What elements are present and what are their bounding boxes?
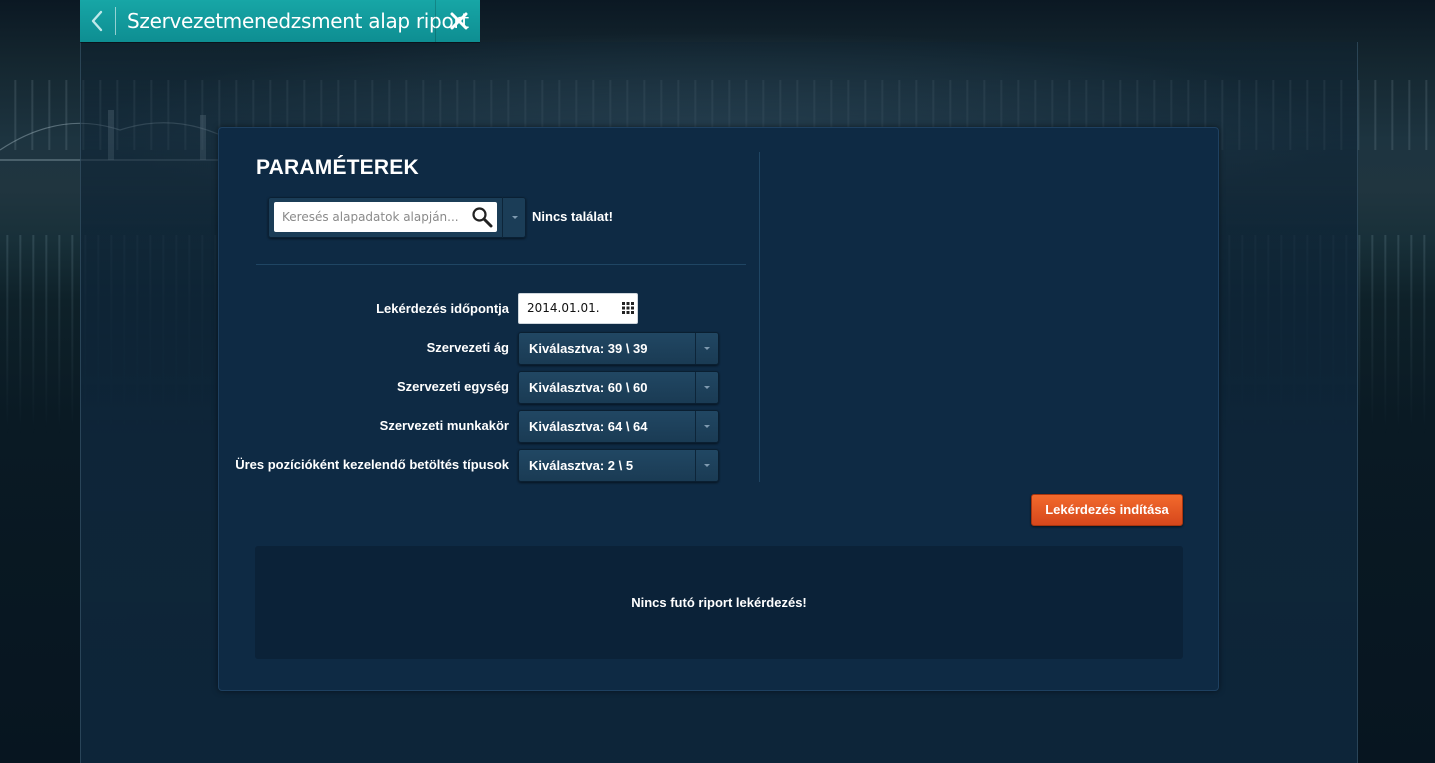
close-icon	[450, 12, 467, 30]
search-dropdown-button[interactable]	[502, 197, 527, 238]
calendar-icon[interactable]	[622, 302, 634, 314]
field-label-org-unit: Szervezeti egység	[396, 379, 509, 394]
window-title: Szervezetmenedzsment alap riport	[127, 9, 469, 33]
horizontal-divider	[256, 264, 746, 265]
org-branch-select[interactable]: Kiválasztva: 39 \ 39	[518, 332, 719, 365]
title-bar: Szervezetmenedzsment alap riport	[80, 0, 480, 42]
search-box	[268, 197, 526, 238]
vertical-divider	[759, 152, 760, 482]
run-query-button[interactable]: Lekérdezés indítása	[1031, 494, 1183, 526]
chevron-left-icon	[91, 10, 103, 32]
search-result-text: Nincs találat!	[532, 209, 613, 224]
status-text: Nincs futó riport lekérdezés!	[631, 595, 807, 610]
field-label-org-branch: Szervezeti ág	[426, 340, 509, 355]
org-unit-dropdown-arrow[interactable]	[695, 372, 718, 403]
vacancy-types-value: Kiválasztva: 2 \ 5	[529, 458, 634, 473]
chevron-down-icon	[704, 386, 710, 389]
query-date-input[interactable]: 2014.01.01.	[518, 293, 638, 324]
org-job-value: Kiválasztva: 64 \ 64	[529, 419, 648, 434]
field-label-org-job: Szervezeti munkakör	[379, 418, 509, 433]
org-branch-dropdown-arrow[interactable]	[695, 333, 718, 364]
close-button[interactable]	[435, 0, 481, 42]
org-unit-select[interactable]: Kiválasztva: 60 \ 60	[518, 371, 719, 404]
vacancy-types-select[interactable]: Kiválasztva: 2 \ 5	[518, 449, 719, 482]
chevron-down-icon	[512, 216, 518, 219]
org-unit-value: Kiválasztva: 60 \ 60	[529, 380, 648, 395]
panel-title: PARAMÉTEREK	[256, 156, 419, 179]
org-job-dropdown-arrow[interactable]	[695, 411, 718, 442]
query-date-value: 2014.01.01.	[527, 301, 600, 315]
parameters-panel: PARAMÉTEREK Nincs találat! Lekérdezés id…	[218, 127, 1219, 691]
chevron-down-icon	[704, 347, 710, 350]
chevron-down-icon	[704, 425, 710, 428]
org-branch-value: Kiválasztva: 39 \ 39	[529, 341, 648, 356]
org-job-select[interactable]: Kiválasztva: 64 \ 64	[518, 410, 719, 443]
title-separator	[115, 7, 116, 35]
search-input[interactable]	[274, 202, 497, 232]
status-box: Nincs futó riport lekérdezés!	[255, 546, 1183, 659]
vacancy-types-dropdown-arrow[interactable]	[695, 450, 718, 481]
field-label-vacancy-types: Üres pozícióként kezelendő betöltés típu…	[235, 457, 509, 472]
back-button[interactable]	[80, 0, 114, 42]
field-label-query-date: Lekérdezés időpontja	[376, 301, 509, 316]
search-icon[interactable]	[471, 206, 493, 228]
chevron-down-icon	[704, 464, 710, 467]
